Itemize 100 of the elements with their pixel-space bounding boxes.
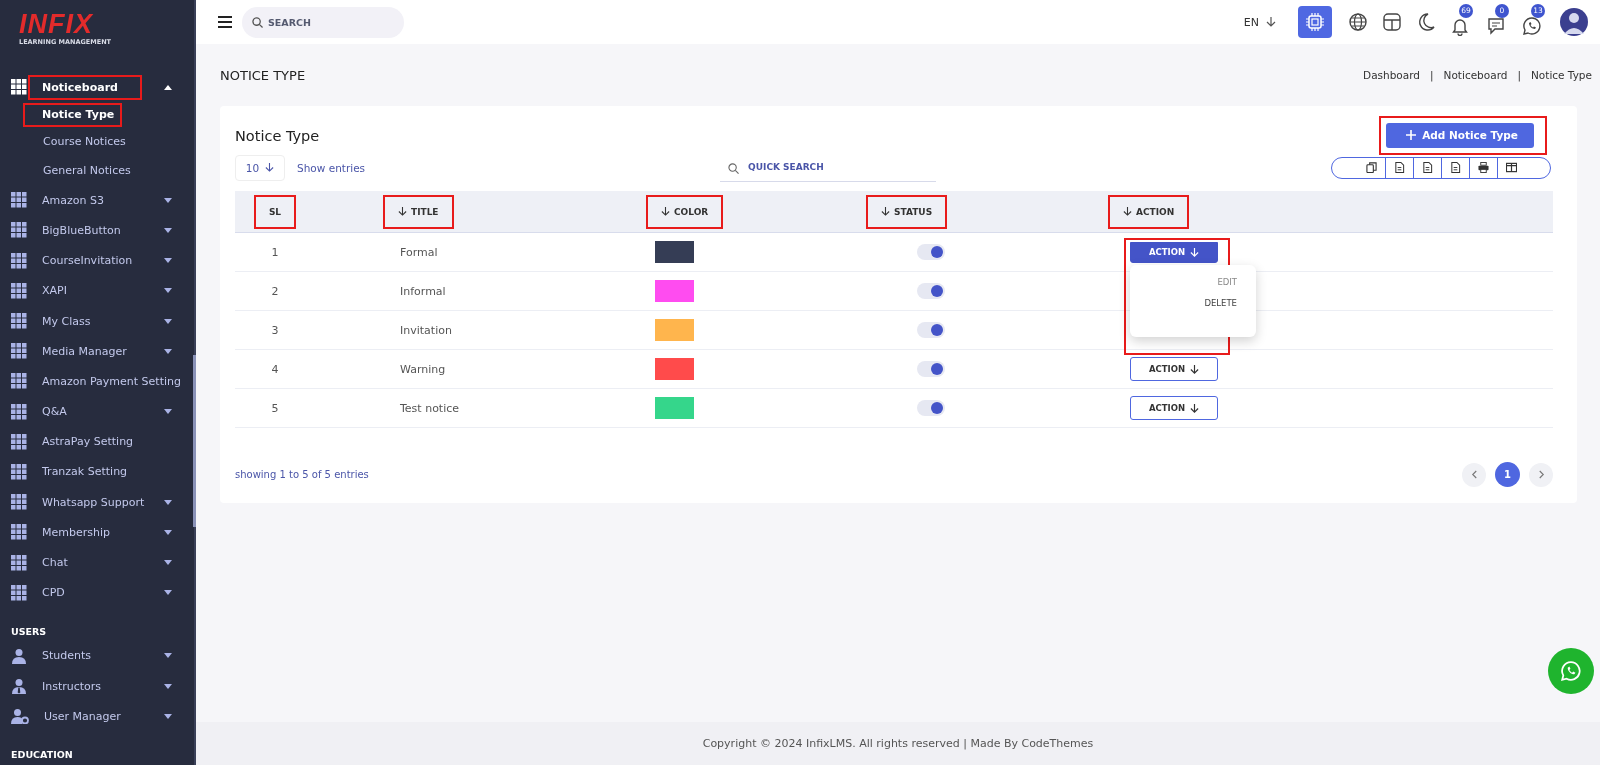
table-cell: Invitation — [400, 323, 452, 337]
search-icon — [728, 162, 740, 174]
breadcrumb-link[interactable]: Dashboard — [1363, 69, 1420, 81]
status-toggle[interactable] — [917, 283, 945, 299]
action-button[interactable]: ACTION — [1130, 396, 1218, 420]
menu-icon[interactable] — [218, 16, 232, 28]
sidebar-heading: EDUCATION — [10, 748, 74, 763]
sidebar-item[interactable]: User Manager — [0, 701, 194, 732]
table-cell: 1 — [271, 245, 279, 259]
grid-icon — [11, 222, 27, 239]
sidebar-item[interactable]: Instructors — [0, 671, 194, 702]
moon-icon[interactable] — [1416, 12, 1436, 32]
sidebar-item[interactable]: BigBlueButton — [0, 215, 194, 246]
whatsapp-icon[interactable] — [1522, 16, 1542, 36]
arrow-down-icon — [1190, 403, 1200, 413]
column-header[interactable]: STATUS — [868, 196, 946, 227]
table-cell: Test notice — [400, 401, 460, 415]
status-toggle[interactable] — [917, 244, 945, 260]
card-title: Notice Type — [235, 127, 320, 144]
sidebar-heading: USERS — [10, 624, 48, 639]
csv-icon — [1422, 162, 1433, 173]
avatar[interactable] — [1560, 8, 1588, 36]
sidebar-item[interactable]: Tranzak Setting — [0, 456, 194, 488]
sidebar-item[interactable]: Amazon S3 — [0, 185, 194, 216]
arrow-down-icon — [265, 163, 275, 172]
sidebar-item[interactable]: Amazon Payment Setting — [0, 366, 194, 397]
caret-icon — [164, 258, 172, 264]
caret-icon — [164, 683, 172, 689]
sidebar-item[interactable]: Membership — [0, 517, 194, 548]
plus-icon — [1406, 130, 1417, 140]
grid-icon — [11, 282, 27, 299]
sidebar-item[interactable]: Chat — [0, 547, 194, 578]
status-toggle[interactable] — [917, 322, 945, 338]
column-header[interactable]: SL — [255, 196, 295, 227]
table-cell: 3 — [271, 323, 279, 337]
page-size-select[interactable]: 10 — [235, 154, 285, 181]
table-cell: Formal — [400, 245, 438, 259]
grid-icon — [11, 373, 27, 390]
caret-icon — [164, 348, 172, 354]
sort-arrow-icon — [661, 207, 670, 216]
page-button[interactable]: 1 — [1495, 462, 1520, 487]
table-cell: Informal — [400, 284, 446, 298]
sidebar-item[interactable]: Media Manager — [0, 336, 194, 367]
sidebar-item[interactable]: CPD — [0, 577, 194, 608]
add-button[interactable]: Add Notice Type — [1386, 122, 1534, 148]
caret-icon — [164, 409, 172, 415]
sidebar-item[interactable]: CourseInvitation — [0, 245, 194, 276]
chip-button[interactable] — [1298, 6, 1332, 38]
globe-icon[interactable] — [1348, 12, 1368, 32]
caret-icon — [164, 529, 172, 535]
breadcrumb-link[interactable]: Noticeboard — [1443, 69, 1508, 81]
grid-icon — [11, 433, 27, 450]
caret-icon — [164, 590, 172, 596]
sort-arrow-icon — [1123, 207, 1132, 216]
user-gear-icon — [11, 708, 29, 725]
chevron-left-icon — [1470, 470, 1478, 479]
grid-icon — [11, 313, 27, 330]
table-cell: 5 — [271, 401, 279, 415]
table-cell: 2 — [271, 284, 279, 298]
column-header[interactable]: ACTION — [1110, 196, 1188, 227]
sidebar-item[interactable]: Whatsapp Support — [0, 487, 194, 518]
chat-icon[interactable] — [1486, 16, 1506, 36]
table-cell: Warning — [400, 362, 446, 376]
menu-item[interactable]: EDIT — [1217, 276, 1237, 287]
sidebar-subitem[interactable]: Course Notices — [0, 128, 194, 157]
action-button[interactable]: ACTION — [1130, 357, 1218, 381]
sidebar-item[interactable]: XAPI — [0, 275, 194, 306]
caret-icon — [164, 227, 172, 233]
sidebar-item[interactable]: My Class — [0, 305, 194, 337]
breadcrumb-link[interactable]: Notice Type — [1531, 69, 1592, 81]
grid-icon — [11, 494, 27, 511]
status-toggle[interactable] — [917, 400, 945, 416]
sidebar-subitem[interactable]: General Notices — [0, 156, 194, 186]
action-button[interactable]: ACTION — [1130, 241, 1218, 263]
grid-icon — [11, 79, 27, 96]
sidebar-item[interactable]: AstraPay Setting — [0, 426, 194, 457]
search-field[interactable]: SEARCH — [242, 6, 404, 38]
sidebar-item[interactable]: Q&A — [0, 396, 194, 427]
user-icon — [11, 647, 27, 664]
copy-icon — [1365, 162, 1377, 173]
excel-icon — [1394, 162, 1405, 173]
column-header[interactable]: COLOR — [648, 196, 722, 227]
bell-icon[interactable] — [1450, 16, 1470, 36]
grid-icon — [11, 252, 27, 269]
sidebar-subitem[interactable]: Notice Type — [22, 102, 124, 129]
sidebar-item[interactable]: Students — [0, 640, 194, 671]
grid-icon — [11, 403, 27, 420]
language-selector[interactable]: EN — [1243, 15, 1276, 29]
grid-icon — [11, 554, 27, 571]
table-cell: 4 — [271, 362, 279, 376]
column-header[interactable]: TITLE — [385, 196, 452, 227]
caret-icon — [164, 499, 172, 505]
sidebar-item[interactable]: Noticeboard — [0, 72, 194, 103]
layout-icon[interactable] — [1382, 12, 1402, 32]
status-toggle[interactable] — [917, 361, 945, 377]
menu-item[interactable]: DELETE — [1204, 297, 1237, 308]
chevron-right-icon — [1537, 470, 1545, 479]
caret-icon — [164, 713, 172, 719]
user-tie-icon — [11, 678, 27, 695]
breadcrumb-separator: | — [1517, 69, 1521, 81]
